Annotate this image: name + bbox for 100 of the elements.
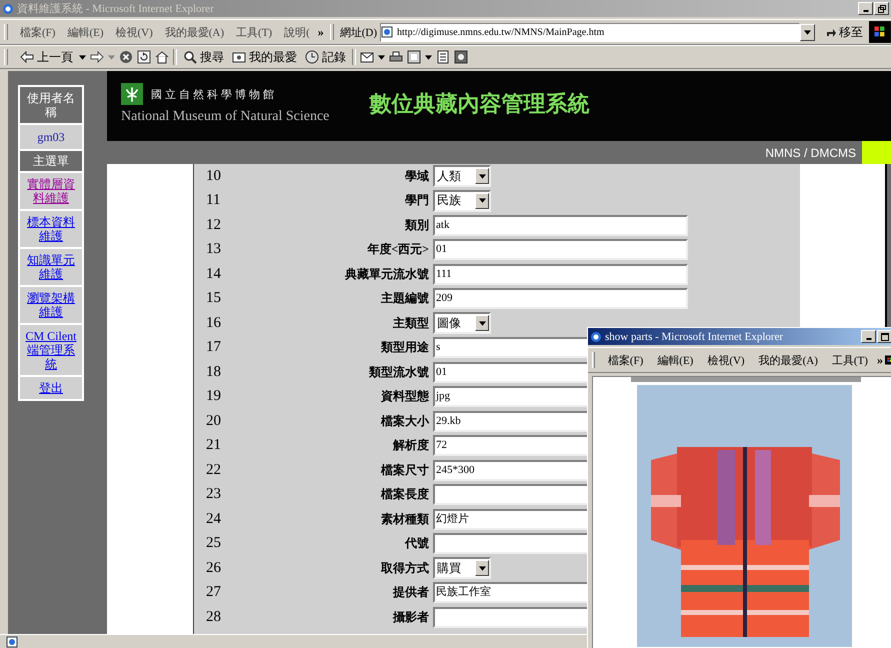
- clock-icon: [305, 50, 319, 64]
- maximize-button[interactable]: [877, 330, 891, 343]
- select-field[interactable]: 民族: [433, 190, 491, 212]
- search-button[interactable]: 搜尋: [181, 48, 226, 66]
- field-label: 類型用途: [380, 339, 430, 356]
- messenger-icon[interactable]: [454, 50, 468, 64]
- field-label: 檔案長度: [380, 486, 430, 504]
- select-field[interactable]: 人類: [433, 165, 491, 188]
- field-label: 代號: [404, 535, 430, 552]
- search-icon: [183, 50, 197, 64]
- go-button[interactable]: 移至: [819, 24, 870, 40]
- flag-icon: [869, 21, 891, 43]
- field-label: 資料型態: [380, 388, 430, 406]
- user-name: gm03: [20, 125, 82, 149]
- field-label: 類別: [404, 216, 430, 234]
- row-number: 19: [205, 388, 222, 406]
- text-field[interactable]: 111: [433, 264, 688, 285]
- menu-item[interactable]: 檢視(V): [109, 24, 159, 40]
- favorites-button[interactable]: 我的最愛: [230, 48, 299, 66]
- select-field[interactable]: 購買: [433, 557, 491, 580]
- text-field[interactable]: 01: [433, 239, 688, 260]
- menu-item[interactable]: 檢視(V): [700, 352, 752, 368]
- field-label: 典藏單元流水號: [344, 266, 430, 283]
- menu-item[interactable]: 說明(: [278, 24, 316, 40]
- field-label: 學域: [404, 168, 430, 185]
- row-number: 20: [205, 412, 222, 430]
- url-text: http://digimuse.nmns.edu.tw/NMNS/MainPage.htm: [397, 26, 604, 38]
- mail-icon[interactable]: [360, 50, 374, 64]
- menu-item[interactable]: 檔案(F): [14, 24, 62, 40]
- caret-icon: [478, 198, 486, 204]
- row-number: 21: [205, 437, 222, 454]
- page-icon: [381, 26, 394, 38]
- row-number: 28: [205, 608, 222, 626]
- system-title: 數位典藏內容管理系統: [369, 90, 590, 118]
- text-field[interactable]: atk: [433, 214, 688, 236]
- row-number: 12: [205, 216, 222, 234]
- window-title: 資料維護系統 - Microsoft Internet Explorer: [17, 2, 214, 16]
- menu-item[interactable]: 工具(T): [230, 24, 278, 40]
- stop-icon[interactable]: [119, 50, 133, 64]
- caret-icon[interactable]: [79, 54, 86, 60]
- row-number: 16: [205, 314, 222, 332]
- minimize-button[interactable]: [861, 330, 876, 343]
- field-label: 學門: [404, 192, 430, 210]
- back-arrow-icon: [20, 50, 34, 64]
- row-number: 15: [205, 290, 222, 308]
- edit-icon[interactable]: [407, 50, 421, 64]
- breadcrumb: NMNS / DMCMS: [765, 146, 857, 160]
- back-button[interactable]: 上一頁: [18, 48, 75, 66]
- accent-block: [862, 141, 891, 164]
- dropdown-button[interactable]: [800, 24, 816, 40]
- select-field[interactable]: 圖像: [433, 312, 491, 334]
- document-icon[interactable]: [436, 50, 450, 64]
- overflow-chevron[interactable]: »: [874, 352, 885, 368]
- caret-icon: [478, 320, 486, 326]
- forward-arrow-icon[interactable]: [90, 50, 104, 64]
- restore-icon: [876, 4, 886, 14]
- row-number: 27: [205, 584, 222, 602]
- address-label: 網址(D): [340, 26, 378, 40]
- menu-item[interactable]: 工具(T): [824, 352, 875, 368]
- caret-icon: [804, 30, 812, 34]
- menu-title: 主選單: [20, 151, 82, 171]
- field-label: 檔案尺寸: [380, 462, 430, 479]
- text-field[interactable]: 209: [433, 288, 688, 310]
- field-label: 檔案大小: [380, 412, 430, 430]
- menu-item[interactable]: 我的最愛(A): [752, 352, 825, 368]
- printer-icon[interactable]: [389, 50, 403, 64]
- caret-icon: [478, 174, 486, 179]
- caret-icon: [478, 566, 486, 571]
- field-label: 攝影者: [392, 608, 430, 626]
- row-number: 18: [205, 364, 222, 381]
- field-label: 解析度: [392, 437, 430, 454]
- field-label: 提供者: [392, 584, 430, 602]
- caret-icon[interactable]: [378, 54, 385, 60]
- field-label: 取得方式: [380, 560, 430, 577]
- overflow-chevron[interactable]: »: [316, 24, 326, 40]
- museum-logo-icon: [121, 83, 143, 105]
- row-number: 13: [205, 241, 222, 258]
- maximize-icon: [880, 332, 890, 342]
- user-label: 使用者名稱: [20, 87, 82, 123]
- browser-icon: [590, 330, 602, 342]
- row-number: 11: [205, 192, 222, 210]
- museum-name-english: National Museum of Natural Science: [121, 109, 330, 126]
- field-label: 年度<西元>: [366, 241, 430, 258]
- museum-name: 國立自然科學博物館: [151, 88, 277, 102]
- address-field[interactable]: http://digimuse.nmns.edu.tw/NMNS/MainPage.htm: [380, 22, 800, 42]
- menu-item[interactable]: 編輯(E): [61, 24, 110, 40]
- browser-icon: [2, 2, 14, 14]
- field-label: 類型流水號: [368, 364, 430, 381]
- row-number: 25: [205, 535, 222, 552]
- minimize-icon: [866, 338, 872, 340]
- row-number: 23: [205, 486, 222, 504]
- row-number: 22: [205, 462, 222, 479]
- row-number: 10: [205, 168, 222, 185]
- menu-item[interactable]: 我的最愛(A): [158, 24, 230, 40]
- home-icon[interactable]: [155, 50, 169, 64]
- row-number: 24: [205, 510, 222, 528]
- caret-icon[interactable]: [425, 54, 432, 60]
- refresh-icon[interactable]: [137, 50, 151, 64]
- field-label: 主類型: [392, 314, 430, 332]
- history-button[interactable]: 記錄: [303, 48, 348, 66]
